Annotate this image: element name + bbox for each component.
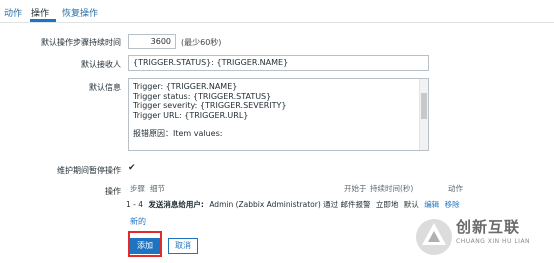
message-line: Trigger: {TRIGGER.NAME} bbox=[133, 82, 238, 91]
operations-label: 操作 bbox=[105, 187, 121, 196]
scrollbar-thumb[interactable] bbox=[421, 93, 427, 119]
cancel-button[interactable]: 取消 bbox=[168, 238, 198, 254]
step-duration-input[interactable]: 3600 bbox=[128, 34, 176, 49]
watermark-text: 创新互联 bbox=[456, 218, 521, 236]
new-operation-link[interactable]: 新的 bbox=[130, 216, 146, 227]
tab-recovery-operations[interactable]: 恢复操作 bbox=[62, 6, 98, 19]
tab-operations[interactable]: 操作 bbox=[31, 6, 49, 19]
col-action: 动作 bbox=[448, 184, 463, 193]
pause-label: 维护期间暂停操作 bbox=[57, 166, 121, 175]
col-details: 细节 bbox=[150, 184, 165, 193]
subject-label: 默认接收人 bbox=[81, 60, 121, 69]
message-line: Trigger URL: {TRIGGER.URL} bbox=[133, 110, 249, 120]
row-start: 立即地 bbox=[375, 200, 399, 209]
remove-link[interactable]: 移除 bbox=[445, 200, 460, 209]
pause-checkbox[interactable]: ✔ bbox=[128, 164, 136, 173]
col-start: 开始于 bbox=[344, 184, 367, 193]
message-line: Trigger severity: {TRIGGER.SEVERITY} bbox=[133, 101, 287, 110]
add-button[interactable]: 添加 bbox=[130, 238, 160, 254]
active-tab-indicator bbox=[30, 19, 56, 22]
message-label: 默认信息 bbox=[89, 83, 121, 92]
tab-bar: 动作 操作 恢复操作 bbox=[0, 0, 554, 23]
watermark-icon bbox=[416, 219, 452, 255]
message-line bbox=[133, 120, 424, 129]
edit-link[interactable]: 编辑 bbox=[424, 200, 439, 209]
tab-action[interactable]: 动作 bbox=[4, 6, 22, 19]
row-steps: 1 - 4 bbox=[126, 200, 144, 209]
col-duration: 持续时间(秒) bbox=[370, 184, 414, 193]
message-line: 报错原因：Item values: bbox=[133, 129, 223, 138]
watermark-subtext: CHUANG XIN HU LIAN bbox=[456, 238, 531, 245]
step-duration-hint: (最少60秒) bbox=[181, 38, 222, 47]
message-textarea[interactable]: Trigger: {TRIGGER.NAME} Trigger status: … bbox=[128, 78, 429, 151]
subject-input[interactable]: {TRIGGER.STATUS}: {TRIGGER.NAME} bbox=[128, 55, 429, 71]
message-line: Trigger status: {TRIGGER.STATUS} bbox=[133, 91, 272, 101]
col-steps: 步骤 bbox=[130, 184, 145, 193]
watermark-logo: 创新互联 CHUANG XIN HU LIAN bbox=[410, 212, 554, 263]
step-duration-label: 默认操作步骤持续时间 bbox=[41, 38, 121, 47]
row-detail-bold: 发送消息给用户: bbox=[148, 200, 204, 209]
message-scrollbar[interactable] bbox=[419, 79, 428, 150]
row-detail: Admin (Zabbix Administrator) 通过 邮件报警 bbox=[209, 200, 371, 209]
row-duration: 默认 bbox=[403, 200, 419, 209]
